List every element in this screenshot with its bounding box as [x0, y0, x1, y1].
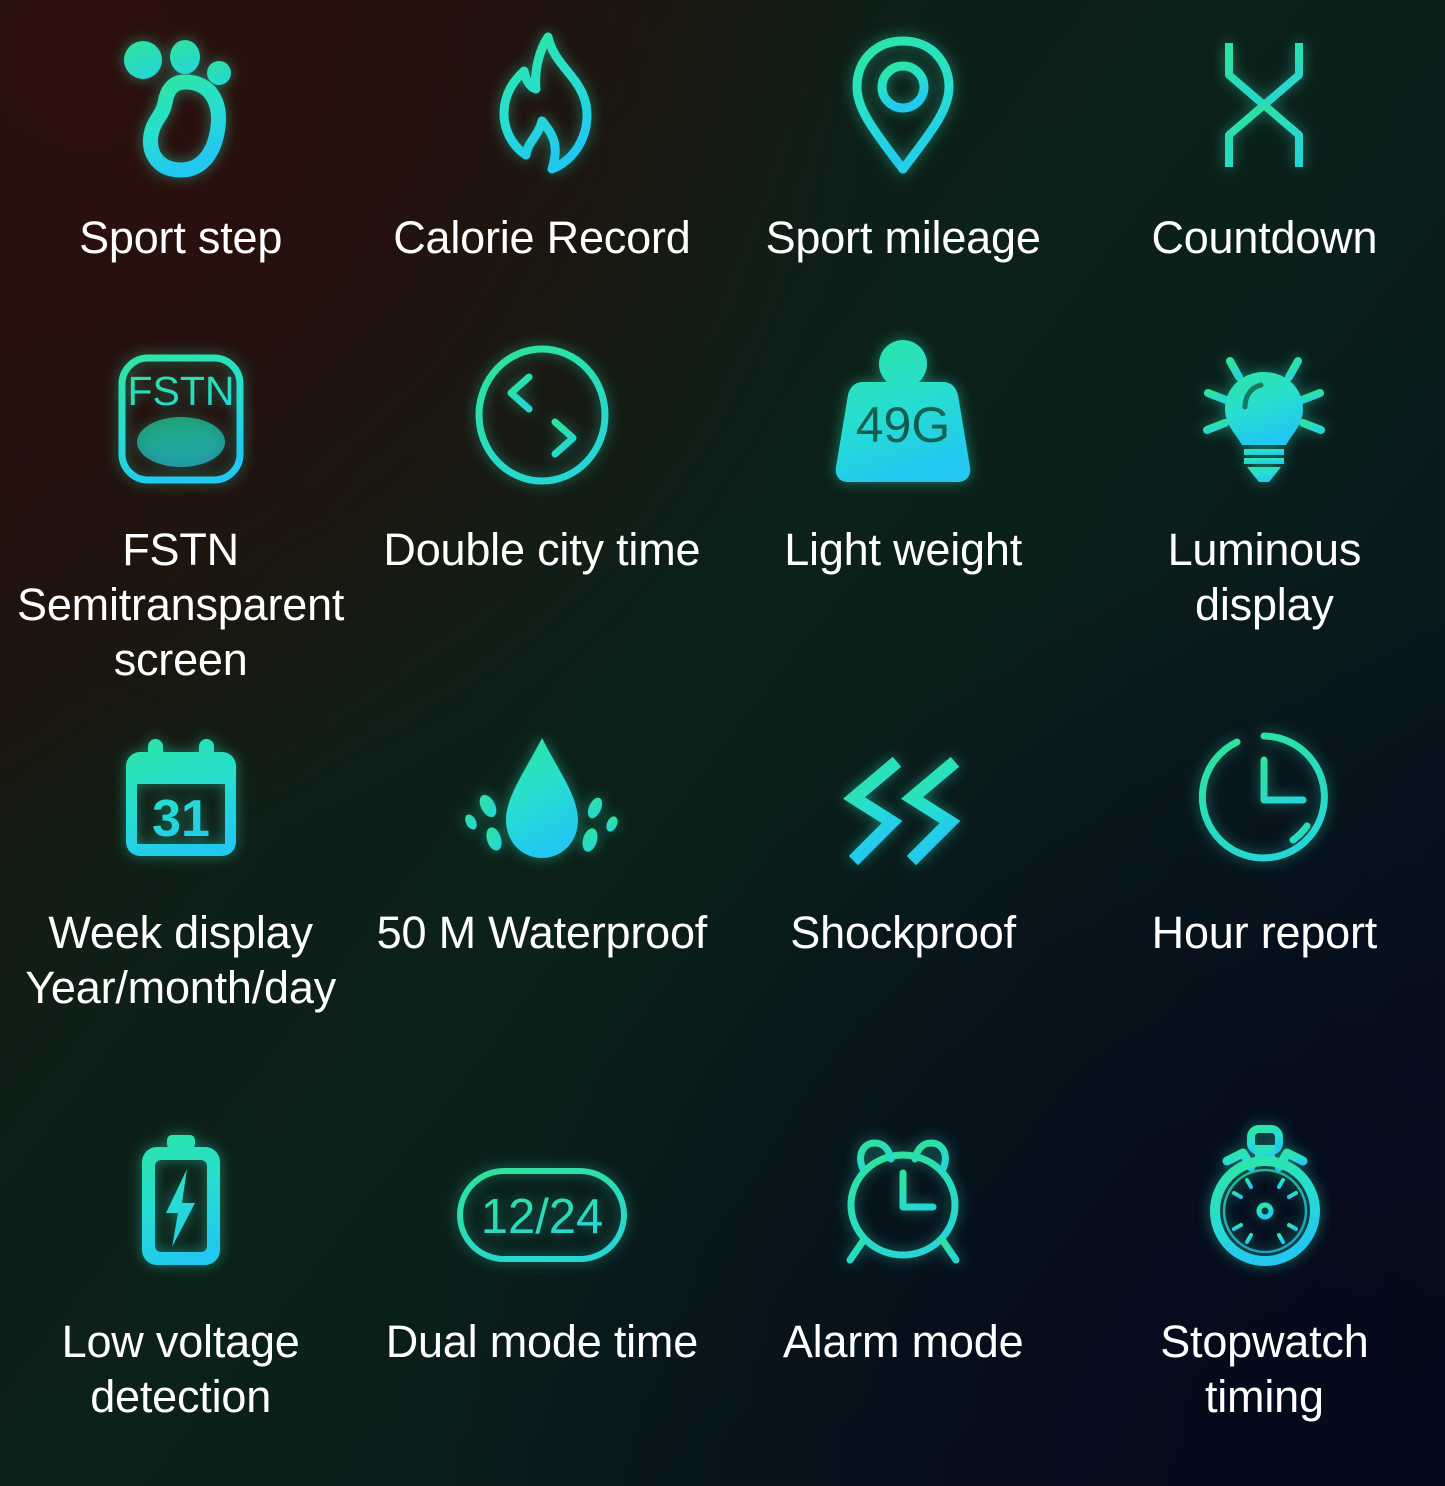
- hourglass-icon: [1209, 0, 1319, 175]
- feature-item-alarm-mode[interactable]: Alarm mode: [723, 1102, 1084, 1486]
- feature-item-shockproof[interactable]: Shockproof: [723, 704, 1084, 1102]
- feature-label: Sport step: [79, 212, 283, 263]
- feature-item-light-weight[interactable]: 49G Light weight: [723, 300, 1084, 704]
- feature-item-countdown[interactable]: Countdown: [1084, 0, 1445, 300]
- feature-item-double-city-time[interactable]: Double city time: [361, 300, 722, 704]
- battery-bolt-icon: [130, 1102, 231, 1267]
- feature-item-fstn-screen[interactable]: FSTN FSTN Semitransparent screen: [0, 300, 361, 704]
- feature-item-stopwatch-timing[interactable]: Stopwatch timing: [1084, 1102, 1445, 1486]
- feature-grid: Sport step Calorie Record Sport mileage: [0, 0, 1445, 1486]
- alarm-clock-icon: [839, 1102, 967, 1267]
- feature-label: Low voltage detection: [61, 1316, 300, 1422]
- feature-label: Stopwatch timing: [1160, 1316, 1369, 1422]
- weight-icon: 49G: [829, 300, 978, 485]
- feature-label: Dual mode time: [385, 1316, 699, 1367]
- feature-item-dual-mode-time[interactable]: 12/24 Dual mode time: [361, 1102, 722, 1486]
- feature-item-low-voltage[interactable]: Low voltage detection: [0, 1102, 361, 1486]
- feature-item-calorie-record[interactable]: Calorie Record: [361, 0, 722, 300]
- two-way-arrows-icon: [467, 300, 617, 485]
- lightbulb-icon: [1199, 300, 1329, 485]
- feature-item-waterproof[interactable]: 50 M Waterproof: [361, 704, 722, 1102]
- feature-item-hour-report[interactable]: Hour report: [1084, 704, 1445, 1102]
- feature-label: Shockproof: [790, 907, 1016, 958]
- feature-label: Alarm mode: [782, 1316, 1024, 1367]
- dual-mode-icon-text: 12/24: [481, 1190, 604, 1244]
- feature-item-luminous-display[interactable]: Luminous display: [1084, 300, 1445, 704]
- fstn-screen-icon: FSTN: [116, 300, 246, 485]
- feature-label: Light weight: [784, 524, 1022, 575]
- map-pin-icon: [843, 0, 963, 175]
- feature-label: Week display Year/month/day: [25, 907, 336, 1013]
- feature-label: Calorie Record: [393, 212, 691, 263]
- twelve-24-icon: 12/24: [456, 1102, 628, 1267]
- calendar-icon: 31: [117, 704, 244, 864]
- feature-label: Sport mileage: [765, 212, 1041, 263]
- feature-item-sport-step[interactable]: Sport step: [0, 0, 361, 300]
- double-chevron-icon: [843, 704, 962, 866]
- fstn-icon-text: FSTN: [127, 368, 234, 414]
- feature-label: Hour report: [1151, 907, 1378, 958]
- water-drop-icon: [462, 704, 622, 864]
- feature-label: Luminous display: [1167, 524, 1362, 630]
- feature-item-sport-mileage[interactable]: Sport mileage: [723, 0, 1084, 300]
- feature-label: Double city time: [383, 524, 701, 575]
- feature-item-week-display[interactable]: 31 Week display Year/month/day: [0, 704, 361, 1102]
- flame-icon: [482, 0, 602, 175]
- feature-label: FSTN Semitransparent screen: [17, 524, 345, 685]
- feature-label: 50 M Waterproof: [376, 907, 708, 958]
- footprint-icon: [123, 0, 238, 178]
- feature-label: Countdown: [1151, 212, 1378, 263]
- stopwatch-icon: [1201, 1102, 1327, 1267]
- clock-icon: [1197, 704, 1331, 864]
